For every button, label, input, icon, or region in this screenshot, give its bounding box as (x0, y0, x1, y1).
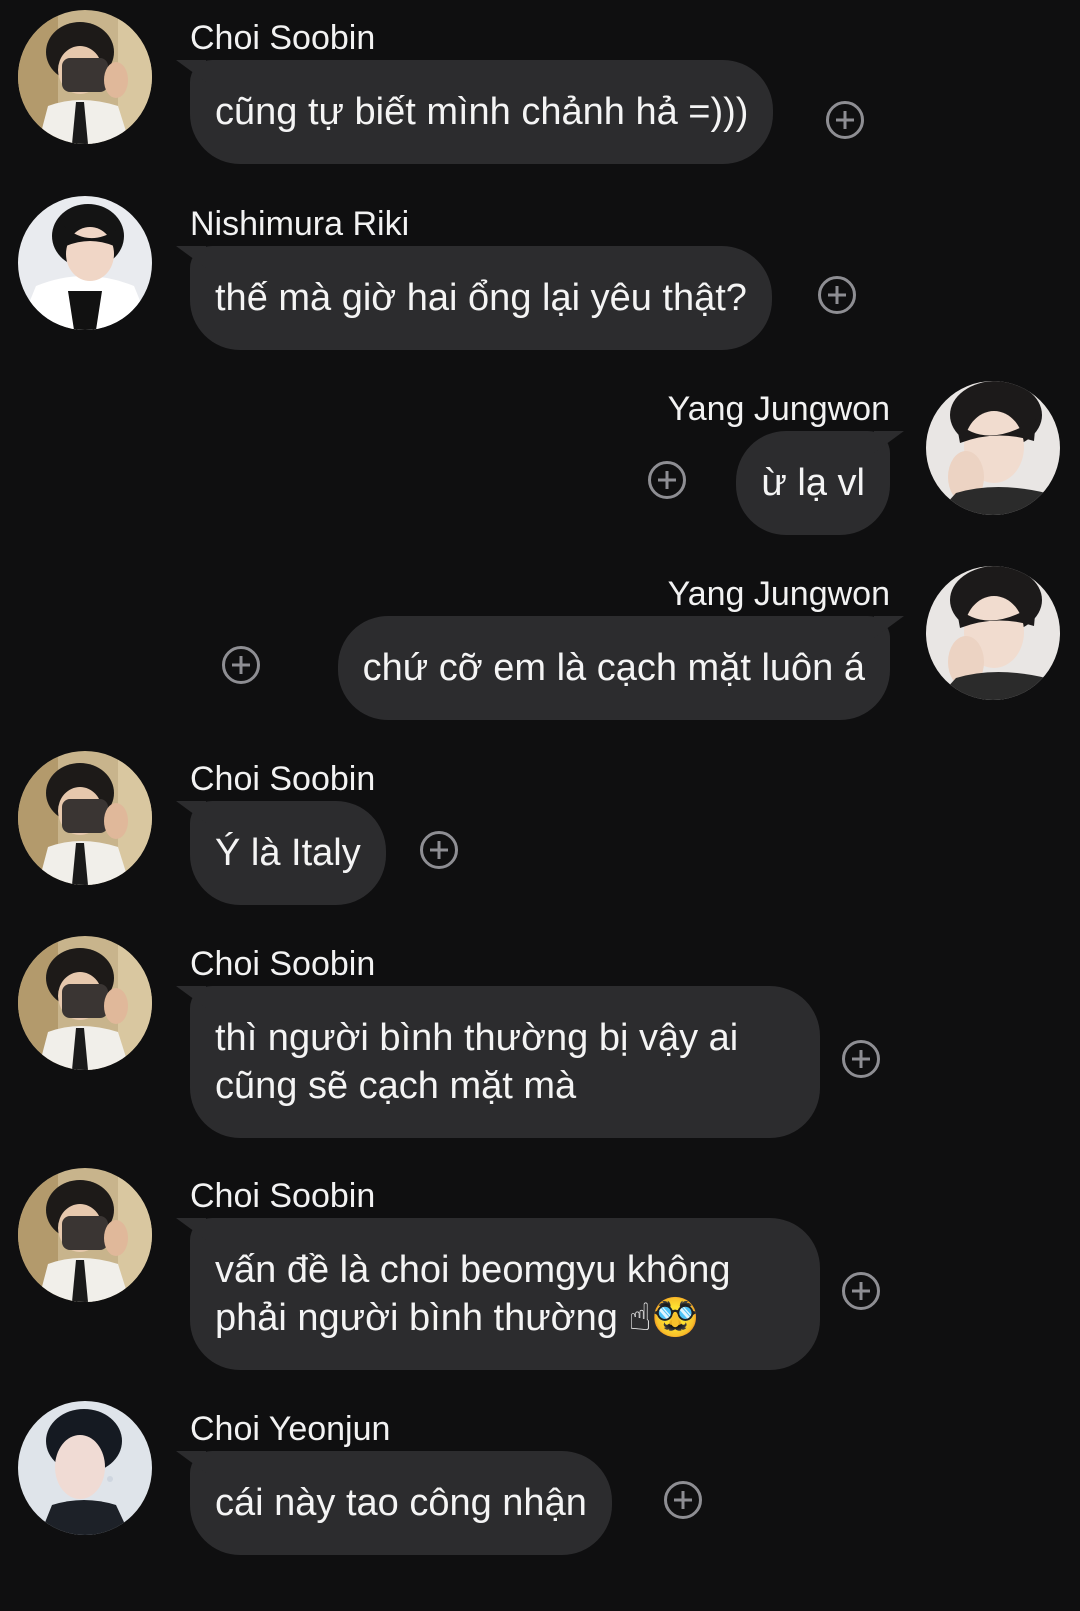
jungwon-avatar[interactable] (926, 566, 1060, 700)
add-reaction-icon[interactable] (648, 461, 686, 499)
add-reaction-icon[interactable] (420, 831, 458, 869)
soobin-avatar[interactable] (18, 751, 152, 885)
soobin-avatar[interactable] (18, 936, 152, 1070)
message-bubble[interactable]: vấn đề là choi beomgyu không phải người … (190, 1218, 820, 1370)
soobin-avatar[interactable] (18, 1168, 152, 1302)
add-reaction-icon[interactable] (842, 1040, 880, 1078)
sender-name: Choi Yeonjun (190, 1410, 391, 1448)
jungwon-avatar[interactable] (926, 381, 1060, 515)
soobin-avatar[interactable] (18, 10, 152, 144)
sender-name: Choi Soobin (190, 19, 376, 57)
sender-name: Choi Soobin (190, 1177, 376, 1215)
message-bubble[interactable]: thế mà giờ hai ổng lại yêu thật? (190, 246, 772, 350)
message-bubble[interactable]: cũng tự biết mình chảnh hả =))) (190, 60, 774, 164)
message-bubble[interactable]: chứ cỡ em là cạch mặt luôn á (337, 616, 890, 720)
message-bubble[interactable]: thì người bình thường bị vậy ai cũng sẽ … (190, 986, 820, 1138)
add-reaction-icon[interactable] (222, 646, 260, 684)
message-bubble[interactable]: cái này tao công nhận (190, 1451, 612, 1555)
add-reaction-icon[interactable] (826, 101, 864, 139)
message-bubble[interactable]: Ý là Italy (190, 801, 386, 905)
message-bubble[interactable]: ừ lạ vl (736, 431, 890, 535)
sender-name: Yang Jungwon (667, 390, 890, 428)
add-reaction-icon[interactable] (664, 1481, 702, 1519)
add-reaction-icon[interactable] (818, 276, 856, 314)
yeonjun-avatar[interactable] (18, 1401, 152, 1535)
sender-name: Choi Soobin (190, 945, 376, 983)
add-reaction-icon[interactable] (842, 1272, 880, 1310)
sender-name: Nishimura Riki (190, 205, 410, 243)
chat-thread: Choi Soobin cũng tự biết mình chảnh hả =… (0, 0, 1080, 1611)
sender-name: Yang Jungwon (667, 575, 890, 613)
sender-name: Choi Soobin (190, 760, 376, 798)
riki-avatar[interactable] (18, 196, 152, 330)
